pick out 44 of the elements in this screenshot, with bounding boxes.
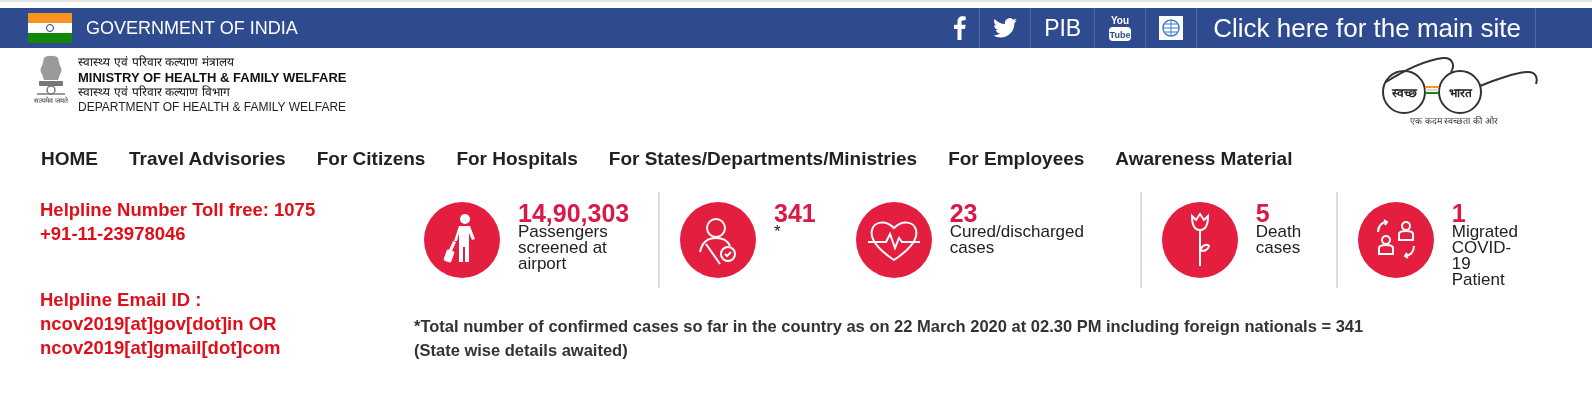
person-check-icon xyxy=(680,202,756,278)
swachh-tagline: एक कदम स्वच्छता की ओर xyxy=(1409,115,1499,127)
nav-item[interactable]: For Hospitals xyxy=(456,148,578,192)
facebook-icon xyxy=(953,16,967,40)
top-bar-link[interactable]: PIB xyxy=(1030,8,1095,48)
heartbeat-icon xyxy=(855,202,932,278)
confirmed-cases-note: *Total number of confirmed cases so far in the country as on 22 March 2020 at 02.30 PM including foreign nationals = 341 xyxy=(414,316,1365,337)
stat-value: 14,90,303 xyxy=(518,202,631,224)
nav-item[interactable]: Awareness Material xyxy=(1115,148,1293,192)
people-exchange-icon xyxy=(1357,202,1434,278)
traveller-icon xyxy=(424,202,500,278)
ministry-name: MINISTRY OF HEALTH & FAMILY WELFARE xyxy=(78,70,347,85)
emblem-icon xyxy=(34,54,68,96)
ministry-name: DEPARTMENT OF HEALTH & FAMILY WELFARE xyxy=(78,100,347,115)
stat-label: Death cases xyxy=(1255,224,1303,256)
flag-icon xyxy=(28,13,72,43)
stat-label: Cured/discharged cases xyxy=(949,224,1085,256)
government-title: GOVERNMENT OF INDIA xyxy=(86,17,298,39)
spectacles-logo: स्वच्छ भारत xyxy=(1368,54,1540,116)
nav-item[interactable]: For Employees xyxy=(948,148,1085,192)
helpline-text: ncov2019[at]gmail[dot]com xyxy=(40,336,282,360)
helpline-text: ncov2019[at]gov[dot]in OR xyxy=(40,312,278,336)
stat-value: 341 xyxy=(774,202,816,224)
ministry-name: स्वास्थ्य एवं परिवार कल्याण विभाग xyxy=(78,85,232,100)
helpline-text: Helpline Number Toll free: 1075 xyxy=(40,198,317,222)
stat-value: 1 xyxy=(1451,202,1466,224)
top-bar-link[interactable]: Click here for the main site xyxy=(1196,8,1536,48)
nav-item[interactable]: Travel Advisories xyxy=(129,148,286,192)
ministry-name: स्वास्थ्य एवं परिवार कल्याण मंत्रालय xyxy=(78,55,236,70)
nav-item[interactable]: For Citizens xyxy=(316,148,426,192)
helpline-text: +91-11-23978046 xyxy=(40,222,187,246)
stat-value: 5 xyxy=(1255,202,1270,224)
stat-label: Migrated COVID-19 Patient xyxy=(1451,224,1519,288)
rose-icon xyxy=(1161,202,1238,278)
helpline-text: Helpline Email ID : xyxy=(40,288,203,312)
globe-emblem-icon xyxy=(1159,16,1184,40)
stat-label: * xyxy=(774,224,782,240)
nav-item[interactable]: HOME xyxy=(41,148,98,192)
nav-item[interactable]: For States/Departments/Ministries xyxy=(608,148,918,192)
stat-label: Passengers screened at airport xyxy=(518,224,608,272)
youtube-link[interactable]: You Tube xyxy=(1094,8,1146,48)
bird-icon xyxy=(993,18,1018,38)
stat-value: 23 xyxy=(949,202,978,224)
confirmed-cases-note: (State wise details awaited) xyxy=(414,340,629,361)
